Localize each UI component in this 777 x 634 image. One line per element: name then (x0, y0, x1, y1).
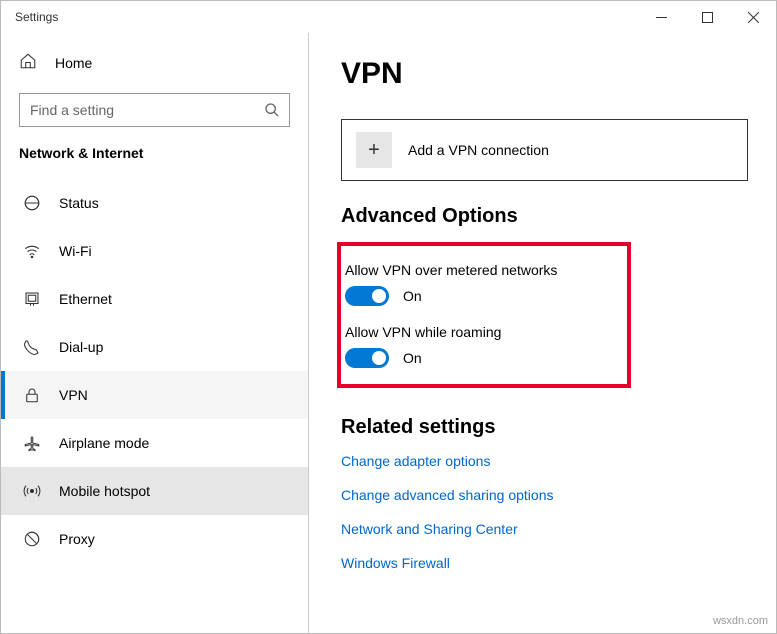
sidebar-item-ethernet[interactable]: Ethernet (1, 275, 308, 323)
search-input[interactable] (19, 93, 290, 127)
option-metered-label: Allow VPN over metered networks (345, 262, 627, 278)
content-pane: VPN + Add a VPN connection Advanced Opti… (309, 33, 776, 633)
airplane-icon (23, 434, 41, 452)
sidebar-item-proxy[interactable]: Proxy (1, 515, 308, 563)
add-vpn-label: Add a VPN connection (408, 142, 549, 158)
link-advanced-sharing[interactable]: Change advanced sharing options (341, 487, 748, 503)
hotspot-icon (23, 482, 41, 500)
advanced-options-title: Advanced Options (341, 205, 748, 228)
titlebar: Settings (1, 1, 776, 33)
search-icon (264, 102, 280, 123)
ethernet-icon (23, 290, 41, 308)
wifi-icon (23, 242, 41, 260)
sidebar-item-wifi[interactable]: Wi-Fi (1, 227, 308, 275)
sidebar-item-label: Airplane mode (59, 435, 149, 451)
toggle-metered-state: On (403, 288, 422, 304)
section-label: Network & Internet (1, 145, 308, 179)
status-icon (23, 194, 41, 212)
vpn-icon (23, 386, 41, 404)
link-windows-firewall[interactable]: Windows Firewall (341, 555, 748, 571)
toggle-roaming[interactable] (345, 348, 389, 368)
sidebar-item-label: Status (59, 195, 99, 211)
toggle-roaming-state: On (403, 350, 422, 366)
sidebar: Home Network & Internet Status Wi-Fi Eth… (1, 33, 309, 633)
window-title: Settings (15, 10, 58, 24)
sidebar-item-vpn[interactable]: VPN (1, 371, 308, 419)
maximize-button[interactable] (684, 1, 730, 33)
proxy-icon (23, 530, 41, 548)
home-label: Home (55, 55, 92, 71)
link-network-sharing-center[interactable]: Network and Sharing Center (341, 521, 748, 537)
page-title: VPN (341, 57, 748, 91)
close-button[interactable] (730, 1, 776, 33)
watermark: wsxdn.com (713, 615, 768, 627)
toggle-metered[interactable] (345, 286, 389, 306)
home-nav[interactable]: Home (1, 41, 308, 85)
sidebar-item-label: Wi-Fi (59, 243, 92, 259)
window-controls (638, 1, 776, 33)
sidebar-item-label: Ethernet (59, 291, 112, 307)
sidebar-item-label: Proxy (59, 531, 95, 547)
sidebar-item-airplane[interactable]: Airplane mode (1, 419, 308, 467)
sidebar-item-hotspot[interactable]: Mobile hotspot (1, 467, 308, 515)
search-field[interactable] (19, 93, 290, 127)
option-roaming-label: Allow VPN while roaming (345, 324, 627, 340)
dialup-icon (23, 338, 41, 356)
sidebar-item-label: Mobile hotspot (59, 483, 150, 499)
sidebar-item-status[interactable]: Status (1, 179, 308, 227)
sidebar-item-label: VPN (59, 387, 88, 403)
plus-icon: + (356, 132, 392, 168)
sidebar-item-dialup[interactable]: Dial-up (1, 323, 308, 371)
related-settings-title: Related settings (341, 416, 748, 439)
minimize-button[interactable] (638, 1, 684, 33)
home-icon (19, 52, 37, 75)
sidebar-item-label: Dial-up (59, 339, 103, 355)
highlighted-options: Allow VPN over metered networks On Allow… (337, 242, 631, 388)
add-vpn-connection[interactable]: + Add a VPN connection (341, 119, 748, 181)
link-adapter-options[interactable]: Change adapter options (341, 453, 748, 469)
